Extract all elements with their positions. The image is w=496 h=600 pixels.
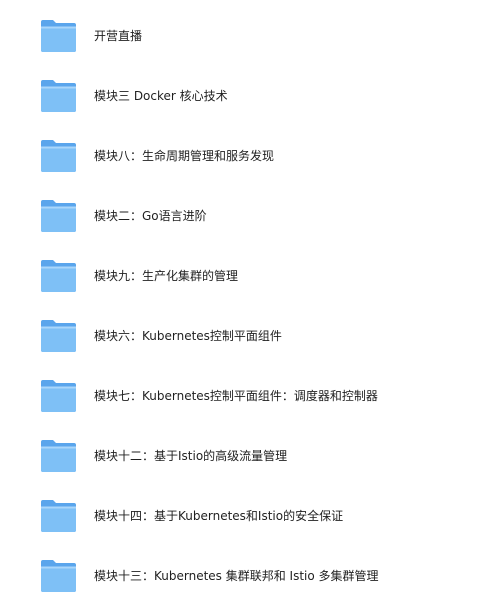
folder-icon [41, 320, 76, 352]
folder-item[interactable]: 模块十二：基于Istio的高级流量管理 [0, 420, 496, 480]
folder-label: 模块十四：基于Kubernetes和Istio的安全保证 [94, 509, 344, 523]
folder-label: 开营直播 [94, 29, 143, 43]
folder-icon [41, 440, 76, 472]
folder-icon [41, 20, 76, 52]
folder-label: 模块七：Kubernetes控制平面组件：调度器和控制器 [94, 389, 378, 403]
folder-label: 模块三 Docker 核心技术 [94, 89, 228, 103]
folder-item[interactable]: 模块十三：Kubernetes 集群联邦和 Istio 多集群管理 [0, 540, 496, 600]
folder-label: 模块十二：基于Istio的高级流量管理 [94, 449, 288, 463]
folder-icon [41, 200, 76, 232]
folder-item[interactable]: 模块六：Kubernetes控制平面组件 [0, 300, 496, 360]
folder-icon [41, 260, 76, 292]
folder-icon [41, 500, 76, 532]
folder-icon [41, 560, 76, 592]
folder-label: 模块十三：Kubernetes 集群联邦和 Istio 多集群管理 [94, 569, 379, 583]
folder-icon [41, 380, 76, 412]
folder-icon [41, 80, 76, 112]
folder-label: 模块六：Kubernetes控制平面组件 [94, 329, 282, 343]
folder-item[interactable]: 模块三 Docker 核心技术 [0, 60, 496, 120]
folder-item[interactable]: 模块八：生命周期管理和服务发现 [0, 120, 496, 180]
folder-item[interactable]: 开营直播 [0, 0, 496, 60]
folder-label: 模块八：生命周期管理和服务发现 [94, 149, 275, 163]
folder-icon [41, 140, 76, 172]
folder-item[interactable]: 模块二：Go语言进阶 [0, 180, 496, 240]
folder-item[interactable]: 模块七：Kubernetes控制平面组件：调度器和控制器 [0, 360, 496, 420]
folder-item[interactable]: 模块九：生产化集群的管理 [0, 240, 496, 300]
folder-label: 模块九：生产化集群的管理 [94, 269, 239, 283]
folder-item[interactable]: 模块十四：基于Kubernetes和Istio的安全保证 [0, 480, 496, 540]
folder-list: 开营直播 模块三 Docker 核心技术 模块八：生命周期管理和服务发现 模块二… [0, 0, 496, 600]
folder-label: 模块二：Go语言进阶 [94, 209, 207, 223]
